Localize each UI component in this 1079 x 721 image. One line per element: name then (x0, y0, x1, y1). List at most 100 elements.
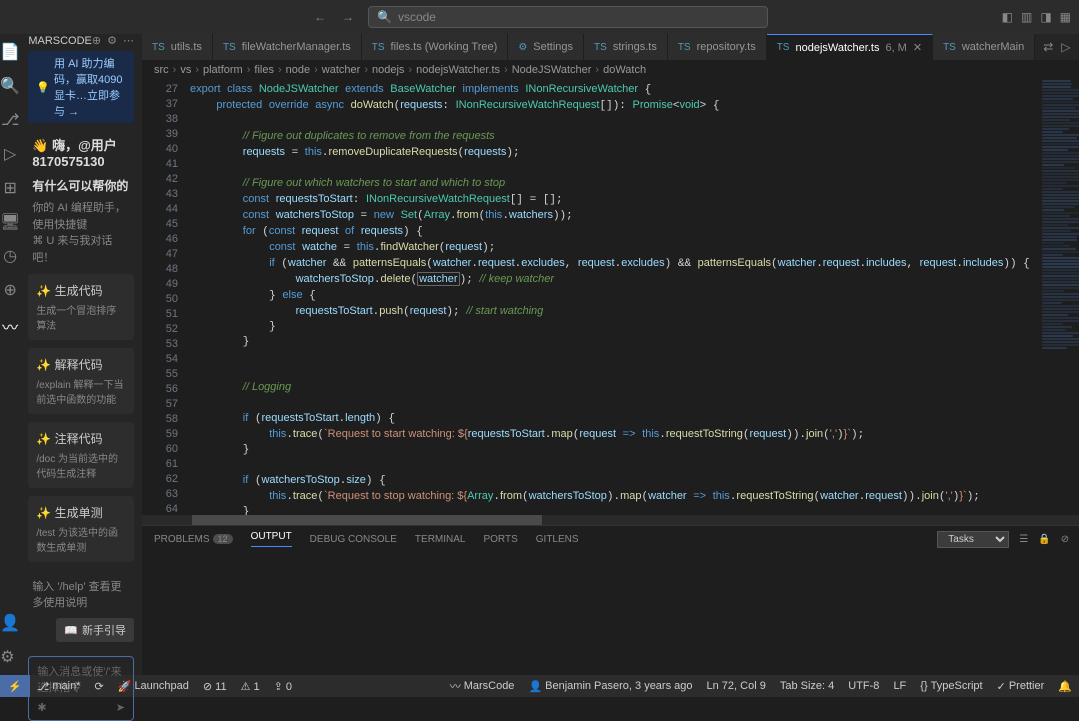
guide-button[interactable]: 📖 新手引导 (56, 618, 134, 642)
breadcrumb-seg[interactable]: watcher (322, 64, 361, 76)
horizontal-scrollbar[interactable] (142, 515, 1079, 525)
lncol-item[interactable]: Ln 72, Col 9 (700, 678, 773, 694)
activity-bar: 📄 🔍 ⎇ ▷ ⊞ 🖥 ◷ ⊕ 〰 👤 ⚙ (0, 34, 20, 675)
send-icon[interactable]: ➤ (116, 701, 125, 714)
layout-left-icon[interactable]: ◧ (1002, 10, 1013, 24)
statusbar: ⚡ ⎇ main* ⟳ 🚀 Launchpad ⊘ 11 ⚠ 1 ⇪ 0 〰 M… (0, 675, 1079, 697)
launchpad-item[interactable]: 🚀 Launchpad (111, 680, 196, 693)
breadcrumb-seg[interactable]: NodeJSWatcher (512, 64, 592, 76)
tabsize-item[interactable]: Tab Size: 4 (773, 678, 841, 694)
breadcrumb-seg[interactable]: node (286, 64, 310, 76)
layout-right-icon[interactable]: ◨ (1040, 10, 1051, 24)
layout-bottom-icon[interactable]: ▥ (1021, 10, 1032, 24)
more-icon[interactable]: ⋯ (123, 34, 134, 47)
marscode-item[interactable]: 〰 MarsCode (443, 678, 522, 694)
tab-bar: TSutils.tsTSfileWatcherManager.tsTSfiles… (142, 34, 1079, 60)
panel-tab-debug-console[interactable]: DEBUG CONSOLE (310, 534, 397, 545)
explorer-icon[interactable]: 📄 (0, 42, 20, 62)
panel-tab-ports[interactable]: PORTS (483, 534, 517, 545)
lock-icon[interactable]: 🔒 (1038, 534, 1050, 545)
card-desc: /doc 为当前选中的代码生成注释 (36, 450, 126, 480)
greeting: 👋 嗨，@用户8170575130 (20, 127, 142, 177)
card-title: ✨ 生成单测 (36, 504, 126, 521)
tab-repository-ts[interactable]: TSrepository.ts (668, 34, 767, 60)
panel-tab-terminal[interactable]: TERMINAL (415, 534, 466, 545)
filter-icon[interactable]: ☰ (1019, 534, 1028, 545)
tab-files-ts-working-tree-[interactable]: TSfiles.ts (Working Tree) (362, 34, 509, 60)
breadcrumb[interactable]: src›vs›platform›files›node›watcher›nodej… (142, 60, 1079, 80)
command-center[interactable]: 🔍 vscode (368, 6, 768, 28)
remote-icon[interactable]: 🖥 (0, 212, 20, 232)
breadcrumb-seg[interactable]: nodejs (372, 64, 404, 76)
account-icon[interactable]: 👤 (0, 613, 20, 633)
code-content[interactable]: export class NodeJSWatcher extends BaseW… (190, 80, 1038, 515)
tab-watchermain[interactable]: TSwatcherMain (933, 34, 1035, 60)
file-type-icon: TS (943, 42, 956, 53)
encoding-item[interactable]: UTF-8 (841, 678, 886, 694)
breadcrumb-seg[interactable]: nodejsWatcher.ts (416, 64, 500, 76)
breadcrumb-seg[interactable]: src (154, 64, 169, 76)
output-channel-select[interactable]: Tasks (937, 531, 1009, 548)
suggestion-card-0[interactable]: ✨ 生成代码生成一个冒泡排序算法 (28, 274, 134, 340)
nav-forward-icon[interactable]: → (336, 8, 360, 26)
file-type-icon: TS (223, 42, 236, 53)
notifications-item[interactable]: 🔔 (1051, 678, 1079, 694)
bottom-panel: PROBLEMS12 OUTPUT DEBUG CONSOLE TERMINAL… (142, 525, 1079, 675)
panel-tab-output[interactable]: OUTPUT (251, 531, 292, 547)
suggestion-card-2[interactable]: ✨ 注释代码/doc 为当前选中的代码生成注释 (28, 422, 134, 488)
search-icon[interactable]: 🔍 (0, 76, 20, 96)
tab-utils-ts[interactable]: TSutils.ts (142, 34, 213, 60)
debug-icon[interactable]: ▷ (4, 144, 16, 164)
prettier-item[interactable]: ✓ Prettier (990, 678, 1052, 694)
lang-item[interactable]: {} TypeScript (913, 678, 989, 694)
attach-icon[interactable]: ✱ (37, 701, 46, 714)
remote-indicator[interactable]: ⚡ (0, 675, 30, 697)
eol-item[interactable]: LF (886, 678, 913, 694)
sync-item[interactable]: ⟳ (88, 680, 111, 693)
suggestion-card-3[interactable]: ✨ 生成单测/test 为该选中的函数生成单测 (28, 496, 134, 562)
tab-nodejswatcher-ts[interactable]: TSnodejsWatcher.ts6, M✕ (767, 34, 933, 60)
tab-filewatchermanager-ts[interactable]: TSfileWatcherManager.ts (213, 34, 362, 60)
tab-label: utils.ts (171, 41, 202, 53)
scrollbar-thumb[interactable] (192, 515, 542, 525)
suggestion-card-1[interactable]: ✨ 解释代码/explain 解释一下当前选中函数的功能 (28, 348, 134, 414)
editor-area: TSutils.tsTSfileWatcherManager.tsTSfiles… (142, 34, 1079, 675)
subgreeting: 有什么可以帮你的 (20, 177, 142, 200)
editor-body[interactable]: 2737383940414243444546474849505152535455… (142, 80, 1079, 515)
ports-item[interactable]: ⇪ 0 (267, 680, 299, 693)
file-type-icon: TS (594, 42, 607, 53)
debug-run-icon[interactable]: ▷ (1061, 40, 1070, 54)
tab-strings-ts[interactable]: TSstrings.ts (584, 34, 668, 60)
layout-custom-icon[interactable]: ▦ (1060, 10, 1071, 24)
branch-item[interactable]: ⎇ main* (30, 680, 88, 693)
promo-banner[interactable]: 💡 用 AI 助力编码，赢取4090显卡…立即参与 → (28, 51, 134, 123)
sidebar-title: MARSCODE (28, 35, 92, 47)
tab-settings[interactable]: ⚙Settings (508, 34, 584, 60)
breadcrumb-seg[interactable]: vs (180, 64, 191, 76)
nav-back-icon[interactable]: ← (308, 8, 332, 26)
breadcrumb-seg[interactable]: platform (203, 64, 243, 76)
sidebar: MARSCODE ⊕ ⚙ ⋯ 💡 用 AI 助力编码，赢取4090显卡…立即参与… (20, 34, 142, 675)
marscode-icon[interactable]: 〰 (0, 314, 18, 338)
source-control-icon[interactable]: ⎇ (1, 110, 19, 130)
breadcrumb-seg[interactable]: doWatch (603, 64, 646, 76)
panel-tab-gitlens[interactable]: GITLENS (536, 534, 579, 545)
timeline-icon[interactable]: ◷ (3, 246, 17, 266)
minimap[interactable] (1038, 80, 1079, 515)
blame-item[interactable]: 👤 Benjamin Pasero, 3 years ago (521, 678, 699, 694)
close-icon[interactable]: ✕ (913, 41, 922, 54)
wave-icon: 👋 (32, 138, 48, 153)
settings-icon[interactable]: ⚙ (0, 647, 20, 667)
new-chat-icon[interactable]: ⊕ (92, 34, 101, 47)
file-type-icon: ⚙ (518, 42, 527, 53)
breadcrumb-seg[interactable]: files (254, 64, 274, 76)
panel-tab-problems[interactable]: PROBLEMS12 (154, 534, 233, 545)
warnings-item[interactable]: ⚠ 1 (234, 680, 267, 693)
settings-icon[interactable]: ⚙ (107, 34, 117, 47)
banner-text: 用 AI 助力编码，赢取4090显卡…立即参与 → (54, 55, 126, 119)
errors-item[interactable]: ⊘ 11 (196, 680, 234, 693)
testing-icon[interactable]: ⊕ (3, 280, 16, 300)
extensions-icon[interactable]: ⊞ (3, 178, 16, 198)
clear-icon[interactable]: ⊘ (1061, 534, 1069, 545)
compare-icon[interactable]: ⇄ (1043, 40, 1053, 54)
